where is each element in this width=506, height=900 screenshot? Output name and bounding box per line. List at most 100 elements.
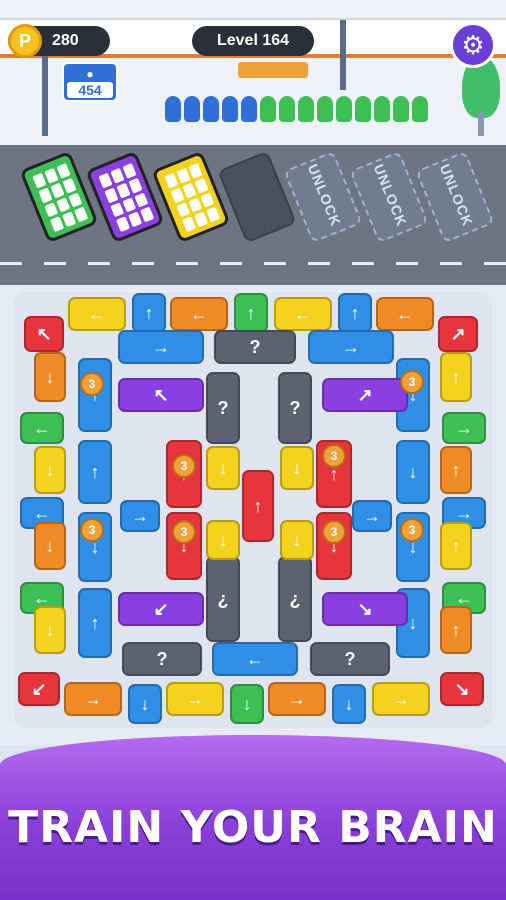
green-vehicle[interactable]: ↓: [230, 684, 264, 724]
red-vehicle[interactable]: ↘: [440, 672, 484, 706]
green-vehicle[interactable]: →: [442, 412, 486, 444]
direction-arrow-icon: ←: [88, 304, 106, 324]
padlock-icon: 3: [172, 520, 196, 544]
direction-arrow-icon: ↓: [140, 694, 150, 714]
coin-icon: P: [8, 24, 42, 58]
tagline: TRAIN YOUR BRAIN: [8, 802, 498, 853]
yellow-vehicle[interactable]: ↓: [206, 520, 240, 560]
road-line: [0, 262, 506, 265]
direction-arrow-icon: ←: [294, 304, 312, 324]
direction-arrow-icon: ↑: [451, 367, 461, 387]
padlock-icon: 3: [322, 520, 346, 544]
purple-vehicle[interactable]: ↙: [118, 592, 204, 626]
direction-arrow-icon: ↘: [357, 599, 373, 619]
direction-arrow-icon: ↓: [45, 536, 55, 556]
direction-arrow-icon: ↓: [344, 694, 354, 714]
orange-vehicle[interactable]: ↓: [34, 522, 66, 570]
mystery-gray-vehicle[interactable]: ?: [214, 330, 296, 364]
yellow-vehicle[interactable]: ↑: [440, 352, 472, 402]
question-mark-icon: ?: [249, 337, 261, 357]
red-vehicle[interactable]: ↑: [242, 470, 274, 542]
passenger: [317, 96, 333, 122]
person-icon: ●: [86, 67, 94, 81]
orange-vehicle[interactable]: →: [268, 682, 326, 716]
padlock-icon: 3: [400, 370, 424, 394]
direction-arrow-icon: ↘: [454, 679, 470, 699]
padlock-icon: 3: [322, 444, 346, 468]
green-vehicle[interactable]: ←: [20, 412, 64, 444]
orange-vehicle[interactable]: ↑: [440, 446, 472, 494]
yellow-vehicle[interactable]: ↓: [206, 446, 240, 490]
yellow-vehicle[interactable]: ↓: [280, 446, 314, 490]
padlock-icon: 3: [80, 518, 104, 542]
direction-arrow-icon: ↓: [408, 462, 418, 482]
direction-arrow-icon: →: [342, 337, 360, 357]
orange-vehicle[interactable]: ↓: [34, 352, 66, 402]
blue-vehicle[interactable]: →: [308, 330, 394, 364]
passenger: [336, 96, 352, 122]
purple-vehicle[interactable]: ↘: [322, 592, 408, 626]
passenger: [165, 96, 181, 122]
red-vehicle[interactable]: ↙: [18, 672, 60, 706]
question-mark-icon: ?: [217, 398, 229, 418]
orange-vehicle[interactable]: ←: [170, 297, 228, 331]
yellow-vehicle[interactable]: ↑: [440, 522, 472, 570]
green-vehicle[interactable]: ↑: [234, 293, 268, 333]
direction-arrow-icon: ←: [33, 503, 51, 523]
direction-arrow-icon: →: [131, 506, 149, 526]
yellow-vehicle[interactable]: ←: [68, 297, 126, 331]
direction-arrow-icon: ↓: [218, 458, 228, 478]
mystery-gray-vehicle[interactable]: ¿: [206, 556, 240, 642]
blue-vehicle[interactable]: ↓: [128, 684, 162, 724]
yellow-vehicle[interactable]: ↓: [280, 520, 314, 560]
orange-vehicle[interactable]: ←: [376, 297, 434, 331]
direction-arrow-icon: ↙: [153, 599, 169, 619]
purple-vehicle[interactable]: ↖: [118, 378, 204, 412]
blue-vehicle[interactable]: ↑: [338, 293, 372, 333]
yellow-vehicle[interactable]: →: [166, 682, 224, 716]
mystery-gray-vehicle[interactable]: ?: [310, 642, 390, 676]
blue-vehicle[interactable]: →: [120, 500, 160, 532]
blue-vehicle[interactable]: ↓: [396, 440, 430, 504]
yellow-vehicle[interactable]: →: [372, 682, 430, 716]
direction-arrow-icon: →: [363, 506, 381, 526]
blue-vehicle[interactable]: ←: [212, 642, 298, 676]
blue-vehicle[interactable]: →: [352, 500, 392, 532]
direction-arrow-icon: ←: [396, 304, 414, 324]
mystery-gray-vehicle[interactable]: ?: [122, 642, 202, 676]
mystery-gray-vehicle[interactable]: ?: [206, 372, 240, 444]
yellow-vehicle[interactable]: ←: [274, 297, 332, 331]
yellow-vehicle[interactable]: ↓: [34, 606, 66, 654]
orange-vehicle[interactable]: ↑: [440, 606, 472, 654]
coin-balance: 280: [52, 32, 79, 49]
passenger: [260, 96, 276, 122]
question-mark-icon: ?: [156, 649, 168, 669]
mystery-gray-vehicle[interactable]: ?: [278, 372, 312, 444]
blue-vehicle[interactable]: →: [118, 330, 204, 364]
red-vehicle[interactable]: ↖: [24, 316, 64, 352]
blue-vehicle[interactable]: ↓: [332, 684, 366, 724]
unlock-label: UNLOCK: [436, 161, 477, 229]
blue-vehicle[interactable]: ↑: [132, 293, 166, 333]
settings-button[interactable]: ⚙: [450, 22, 496, 68]
passenger: [203, 96, 219, 122]
direction-arrow-icon: ←: [33, 418, 51, 438]
orange-vehicle[interactable]: →: [64, 682, 122, 716]
yellow-vehicle[interactable]: ↓: [34, 446, 66, 494]
direction-arrow-icon: ←: [190, 304, 208, 324]
sign-pole: [42, 56, 48, 136]
direction-arrow-icon: ↓: [292, 458, 302, 478]
direction-arrow-icon: ←: [455, 588, 473, 608]
passenger: [374, 96, 390, 122]
passenger: [298, 96, 314, 122]
passenger: [184, 96, 200, 122]
direction-arrow-icon: ↑: [451, 460, 461, 480]
red-vehicle[interactable]: ↗: [438, 316, 478, 352]
direction-arrow-icon: ↗: [450, 324, 466, 344]
blue-vehicle[interactable]: ↑: [78, 588, 112, 658]
purple-vehicle[interactable]: ↗: [322, 378, 408, 412]
blue-vehicle[interactable]: ↑: [78, 440, 112, 504]
direction-arrow-icon: →: [392, 689, 410, 709]
mystery-gray-vehicle[interactable]: ¿: [278, 556, 312, 642]
passenger-counter: ● 454: [62, 62, 118, 102]
